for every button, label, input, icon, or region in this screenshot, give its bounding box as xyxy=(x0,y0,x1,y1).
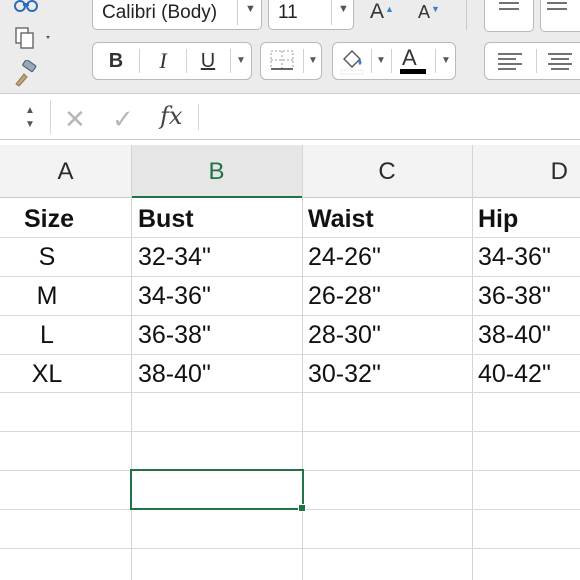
table-cell[interactable]: 36-38" xyxy=(138,316,211,354)
grow-font-button[interactable]: A▲ xyxy=(370,0,394,28)
alignment-group xyxy=(484,42,580,80)
font-color-swatch xyxy=(400,69,426,74)
chevron-down-icon: ▼ xyxy=(236,55,246,66)
table-cell[interactable]: S xyxy=(0,238,94,276)
underline-options-button[interactable]: ▼ xyxy=(231,43,251,79)
selected-cell[interactable] xyxy=(130,469,304,510)
column-header-a[interactable]: A xyxy=(0,145,131,198)
column-header-d[interactable]: D xyxy=(472,145,580,198)
chevron-down-icon: ▼ xyxy=(245,3,256,15)
grow-font-label: A xyxy=(370,0,385,23)
font-name-dropdown[interactable]: Calibri (Body) ▼ xyxy=(92,0,262,30)
triangle-up-icon: ▲ xyxy=(25,105,35,116)
font-size-value: 11 xyxy=(278,2,298,23)
bold-button[interactable]: B xyxy=(93,43,139,79)
table-cell[interactable]: 34-36" xyxy=(138,277,211,315)
font-color-options-button[interactable]: ▼ xyxy=(437,43,455,79)
table-cell[interactable]: XL xyxy=(0,355,94,393)
dropdown-divider xyxy=(331,0,332,25)
table-cell[interactable]: 30-32" xyxy=(308,355,381,393)
column-header-label: B xyxy=(208,158,225,185)
fill-color-icon[interactable] xyxy=(335,43,369,79)
italic-button[interactable]: I xyxy=(140,43,186,79)
triangle-up-icon: ▲ xyxy=(385,4,394,14)
align-top-button[interactable] xyxy=(484,0,534,32)
bold-label: B xyxy=(108,50,124,72)
font-color-button[interactable]: A xyxy=(393,43,433,79)
italic-label: I xyxy=(159,48,167,73)
shrink-font-label: A xyxy=(418,2,431,22)
name-box-stepper[interactable]: ▲ ▼ xyxy=(22,104,38,132)
text-style-group: B I U ▼ xyxy=(92,42,252,80)
copy-icon[interactable] xyxy=(12,26,50,50)
enter-icon[interactable]: ✓ xyxy=(112,104,134,135)
table-cell[interactable]: Hip xyxy=(478,200,518,238)
insert-function-button[interactable]: fx xyxy=(160,102,182,130)
table-cell[interactable]: 38-40" xyxy=(138,355,211,393)
underline-label: U xyxy=(200,50,216,72)
column-header-label: A xyxy=(57,158,74,185)
table-cell[interactable]: 26-28" xyxy=(308,277,381,315)
align-center-icon[interactable] xyxy=(537,43,580,79)
triangle-down-icon: ▼ xyxy=(25,119,35,130)
column-header-c[interactable]: C xyxy=(302,145,472,198)
table-cell[interactable]: 28-30" xyxy=(308,316,381,354)
table-cell[interactable]: Waist xyxy=(308,200,374,238)
table-cell[interactable]: M xyxy=(0,277,94,315)
group-divider xyxy=(435,49,436,73)
chevron-down-icon: ▼ xyxy=(308,55,318,66)
table-cell[interactable]: 38-40" xyxy=(478,316,551,354)
borders-options-button[interactable]: ▼ xyxy=(304,43,322,79)
grid-line xyxy=(131,145,132,580)
table-cell[interactable]: 40-42" xyxy=(478,355,551,393)
formula-bar-divider-1 xyxy=(50,100,51,134)
fill-color-options-button[interactable]: ▼ xyxy=(372,43,390,79)
shrink-font-button[interactable]: A▼ xyxy=(418,0,440,28)
font-name-value: Calibri (Body) xyxy=(102,2,218,23)
font-size-dropdown[interactable]: 11 ▼ xyxy=(268,0,354,30)
color-group: ▼ A ▼ xyxy=(332,42,456,80)
grid-line xyxy=(302,145,303,580)
borders-group: ▼ xyxy=(260,42,322,80)
chevron-down-icon: ▼ xyxy=(376,55,386,66)
format-painter-icon[interactable] xyxy=(12,60,40,87)
table-cell[interactable]: Bust xyxy=(138,200,194,238)
column-header-label: D xyxy=(550,158,568,185)
table-cell[interactable]: 32-34" xyxy=(138,238,211,276)
cancel-icon[interactable]: ✕ xyxy=(64,104,86,135)
dropdown-divider xyxy=(237,0,238,25)
borders-icon[interactable] xyxy=(263,43,301,79)
grid-line xyxy=(472,145,473,580)
triangle-down-icon: ▼ xyxy=(431,4,440,14)
binoculars-icon[interactable] xyxy=(12,0,40,18)
formula-input[interactable] xyxy=(206,104,576,134)
chevron-down-icon: ▼ xyxy=(338,3,349,15)
chevron-down-icon: ▼ xyxy=(441,55,451,66)
align-middle-button[interactable] xyxy=(540,0,580,32)
table-cell[interactable]: 24-26" xyxy=(308,238,381,276)
ribbon-separator xyxy=(466,0,467,30)
column-header-b[interactable]: B xyxy=(131,145,302,198)
grid-line xyxy=(0,548,580,549)
underline-button[interactable]: U xyxy=(187,43,229,79)
group-divider xyxy=(391,49,392,73)
fill-handle[interactable] xyxy=(298,504,306,512)
column-header-label: C xyxy=(378,158,396,185)
table-cell[interactable]: 34-36" xyxy=(478,238,551,276)
table-cell[interactable]: Size xyxy=(24,200,74,238)
align-left-icon[interactable] xyxy=(485,43,535,79)
table-cell[interactable]: 36-38" xyxy=(478,277,551,315)
grid-line xyxy=(0,431,580,432)
formula-bar-divider-2 xyxy=(198,104,199,130)
table-cell[interactable]: L xyxy=(0,316,94,354)
